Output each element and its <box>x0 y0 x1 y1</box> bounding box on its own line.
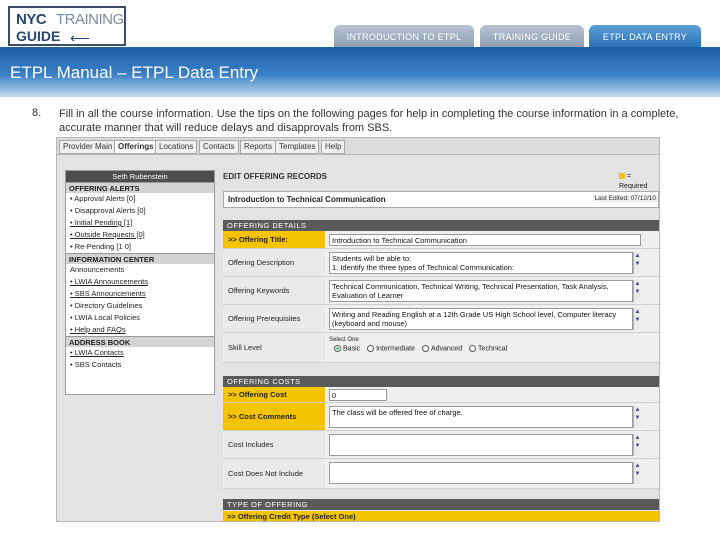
row-offering-title: >> Offering Title: Introduction to Techn… <box>223 231 659 249</box>
sidebar-item-announcements: Announcements <box>70 265 125 274</box>
row-offering-prerequisites: Offering Prerequisites Writing and Readi… <box>223 305 659 333</box>
offering-cost-label: >> Offering Cost <box>223 387 325 402</box>
offering-cost-input[interactable]: 0 <box>329 389 387 401</box>
radio-technical-label: Technical <box>478 345 508 353</box>
radio-advanced[interactable] <box>421 345 429 352</box>
app-tab-contacts[interactable]: Contacts <box>199 140 239 154</box>
step-number: 8. <box>32 107 42 119</box>
offering-credit-type-label: >> Offering Credit Type (Select One) <box>223 511 659 521</box>
nyc-training-guide-logo[interactable]: NYC TRAINING GUIDE ⟵ <box>8 6 126 46</box>
row-offering-description: Offering Description Students will be ab… <box>223 249 659 277</box>
sidebar-heading-offering-alerts: OFFERING ALERTS <box>66 182 214 193</box>
row-cost-not-include: Cost Does Not Include ▲ ▼ <box>223 459 659 489</box>
sidebar-item-sbs-contacts[interactable]: • SBS Contacts <box>66 359 214 371</box>
offering-description-textarea[interactable]: Students will be able to: 1. Identify th… <box>329 252 633 274</box>
title-bar: ETPL Manual – ETPL Data Entry <box>0 47 720 97</box>
sidebar-item-lwia-announcements[interactable]: • LWIA Announcements <box>66 276 214 288</box>
cost-comments-label: >> Cost Comments <box>223 403 325 430</box>
radio-technical[interactable] <box>469 345 477 352</box>
required-field-legend: = Required field <box>619 172 659 200</box>
row-offering-keywords: Offering Keywords Technical Communicatio… <box>223 277 659 305</box>
keywords-scrollbar[interactable]: ▲ ▼ <box>633 280 641 302</box>
cost-not-include-scrollbar[interactable]: ▲ ▼ <box>633 462 641 484</box>
page-title: ETPL Manual – ETPL Data Entry <box>10 63 259 82</box>
app-sidebar: Seth Rubenstein OFFERING ALERTS • Approv… <box>65 170 215 395</box>
app-tab-reports[interactable]: Reports <box>240 140 277 154</box>
sidebar-item-approval-alerts[interactable]: • Approval Alerts [0] <box>66 193 214 205</box>
cost-not-include-textarea[interactable] <box>329 462 633 484</box>
row-cost-comments: >> Cost Comments The class will be offer… <box>223 403 659 431</box>
cost-comments-scrollbar[interactable]: ▲ ▼ <box>633 406 641 428</box>
app-tab-help[interactable]: Help <box>321 140 346 154</box>
cost-includes-label: Cost Includes <box>223 431 325 458</box>
last-edited: Last Edited: 07/12/10 <box>592 195 658 202</box>
radio-basic-label: Basic <box>343 345 361 353</box>
radio-intermediate-label: Intermediate <box>376 345 415 353</box>
app-tab-bar: Provider Main Offerings Locations Contac… <box>57 138 659 155</box>
radio-intermediate[interactable] <box>367 345 375 352</box>
radio-advanced-label: Advanced <box>430 345 463 353</box>
app-tab-locations[interactable]: Locations <box>155 140 198 154</box>
section-offering-costs: OFFERING COSTS <box>223 376 659 387</box>
logo-training-text: TRAINING <box>56 11 124 28</box>
tab-introduction-to-etpl[interactable]: INTRODUCTION TO ETPL <box>334 25 474 47</box>
user-name: Seth Rubenstein <box>66 171 214 182</box>
etpl-edit-offering-screenshot: Provider Main Offerings Locations Contac… <box>56 137 660 522</box>
sidebar-item-help-and-faqs[interactable]: • Help and FAQs <box>66 324 214 336</box>
skill-level-label: Skill Level <box>223 333 325 362</box>
logo-guide-text: GUIDE <box>16 28 61 44</box>
sidebar-item-sbs-announcements[interactable]: • SBS Announcements <box>66 288 214 300</box>
row-offering-cost: >> Offering Cost 0 <box>223 387 659 403</box>
offering-prerequisites-textarea[interactable]: Writing and Reading English at a 12th Gr… <box>329 308 633 330</box>
cost-includes-scrollbar[interactable]: ▲ ▼ <box>633 434 641 456</box>
description-scrollbar[interactable]: ▲ ▼ <box>633 252 641 274</box>
sidebar-item-initial-pending[interactable]: • Initial Pending [1] <box>66 217 214 229</box>
app-tab-templates[interactable]: Templates <box>275 140 320 154</box>
sidebar-item-disapproval-alerts[interactable]: • Disapproval Alerts [0] <box>66 205 214 217</box>
logo-nyc-text: NYC <box>16 11 47 28</box>
step-instruction: Fill in all the course information. Use … <box>59 108 679 134</box>
section-type-of-offering: TYPE OF OFFERING <box>223 499 659 510</box>
course-name-bar: Introduction to Technical Communication … <box>223 191 659 208</box>
row-cost-includes: Cost Includes ▲ ▼ <box>223 431 659 459</box>
section-offering-details: OFFERING DETAILS <box>223 220 659 231</box>
app-tab-provider-main[interactable]: Provider Main <box>59 140 117 154</box>
offering-title-label: >> Offering Title: <box>223 231 325 248</box>
skill-level-hint: Select One <box>329 337 359 343</box>
cost-not-include-label: Cost Does Not Include <box>223 459 325 488</box>
sidebar-item-lwia-local-policies[interactable]: • LWIA Local Policies <box>66 312 214 324</box>
sidebar-item-outside-requests[interactable]: • Outside Requests [0] <box>66 229 214 241</box>
app-tab-offerings[interactable]: Offerings <box>114 140 158 154</box>
arrow-left-icon: ⟵ <box>70 30 91 46</box>
tab-etpl-data-entry[interactable]: ETPL DATA ENTRY <box>589 25 701 47</box>
sidebar-heading-information-center: INFORMATION CENTER <box>66 253 214 264</box>
prerequisites-scrollbar[interactable]: ▲ ▼ <box>633 308 641 330</box>
sidebar-heading-address-book: ADDRESS BOOK <box>66 336 214 347</box>
sidebar-item-directory-guidelines[interactable]: • Directory Guidelines <box>66 300 214 312</box>
row-skill-level: Skill Level Select One Basic Intermediat… <box>223 333 659 363</box>
course-name: Introduction to Technical Communication <box>228 195 386 204</box>
sidebar-item-re-pending[interactable]: • Re-Pending [1 0] <box>66 241 214 253</box>
cost-comments-textarea[interactable]: The class will be offered free of charge… <box>329 406 633 428</box>
sidebar-item-lwia-contacts[interactable]: • LWIA Contacts <box>66 347 214 359</box>
offering-title-input[interactable]: Introduction to Technical Communication <box>329 234 641 246</box>
cost-includes-textarea[interactable] <box>329 434 633 456</box>
offering-keywords-textarea[interactable]: Technical Communication, Technical Writi… <box>329 280 633 302</box>
edit-offering-heading: EDIT OFFERING RECORDS <box>223 172 328 181</box>
offering-keywords-label: Offering Keywords <box>223 277 325 304</box>
offering-description-label: Offering Description <box>223 249 325 276</box>
radio-basic[interactable] <box>334 345 341 352</box>
required-marker-icon <box>619 173 625 180</box>
tab-training-guide[interactable]: TRAINING GUIDE <box>480 25 584 47</box>
offering-prerequisites-label: Offering Prerequisites <box>223 305 325 332</box>
skill-level-radio-group: Select One Basic Intermediate Advanced T… <box>329 337 507 352</box>
